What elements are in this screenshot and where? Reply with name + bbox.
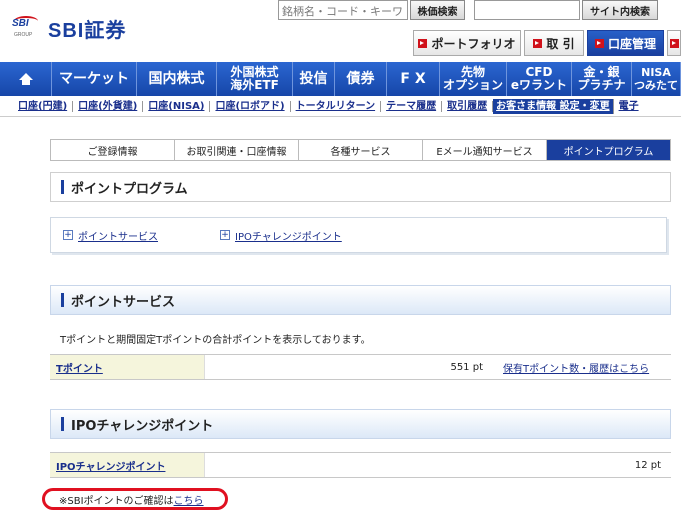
point-service-description: Tポイントと期間固定Tポイントの合計ポイントを表示しております。 (60, 335, 371, 346)
account-tabs: ご登録情報 お取引関連・口座情報 各種サービス Eメール通知サービス ポイントプ… (50, 139, 671, 161)
subnav-electronic[interactable]: 電子 (614, 101, 644, 112)
arrow-icon (533, 38, 543, 48)
subnav-customer-settings[interactable]: お客さま情報 設定・変更 (493, 99, 614, 114)
logo-small-text: SBI (12, 17, 29, 29)
sbi-point-link[interactable]: こちら (174, 492, 204, 507)
quick-link-ipo-label[interactable]: IPOチャレンジポイント (235, 228, 342, 243)
nav-fund[interactable]: 投信 (293, 62, 335, 96)
main-nav: マーケット 国内株式 外国株式 海外ETF 投信 債券 F X 先物 オプション… (0, 62, 681, 96)
plus-icon: + (220, 229, 230, 240)
ipo-label-cell: IPOチャレンジポイント (50, 453, 205, 477)
subnav-account-jpy[interactable]: 口座(円建) (0, 101, 74, 112)
quick-link-point-service-label[interactable]: ポイントサービス (78, 228, 158, 243)
nav-futures[interactable]: 先物 オプション (440, 62, 507, 96)
nav-cfd[interactable]: CFD eワラント (507, 62, 572, 96)
subnav-account-robo[interactable]: 口座(ロボアド) (210, 101, 291, 112)
nav-market[interactable]: マーケット (52, 62, 137, 96)
plus-icon: + (63, 229, 73, 240)
portfolio-button[interactable]: ポートフォリオ (413, 30, 521, 56)
logo-mark: SBI GROUP (12, 15, 42, 42)
t-point-row: Tポイント 551 pt 保有Tポイント数・履歴はこちら (50, 354, 671, 380)
ipo-row: IPOチャレンジポイント 12 pt (50, 452, 671, 478)
t-point-label-cell: Tポイント (50, 355, 205, 379)
arrow-icon (594, 38, 604, 48)
tab-registration[interactable]: ご登録情報 (50, 140, 175, 160)
ipo-header: IPOチャレンジポイント (50, 409, 671, 439)
t-point-value: 551 pt (450, 361, 483, 373)
logo-text: SBI証券 (48, 20, 127, 42)
quick-links: + ポイントサービス + IPOチャレンジポイント (50, 217, 667, 253)
arrow-icon (418, 38, 428, 48)
tab-email-notify[interactable]: Eメール通知サービス (423, 140, 547, 160)
quick-link-ipo[interactable]: + IPOチャレンジポイント (220, 228, 342, 243)
quick-link-point-service[interactable]: + ポイントサービス (63, 228, 158, 243)
home-icon (18, 72, 33, 86)
subnav-total-return[interactable]: トータルリターン (291, 101, 382, 112)
nav-foreign-stock[interactable]: 外国株式 海外ETF (217, 62, 293, 96)
sbi-point-note: ※SBIポイントのご確認は こちら (42, 488, 228, 510)
sub-nav: 口座(円建) 口座(外貨建) 口座(NISA) 口座(ロボアド) トータルリター… (0, 97, 681, 117)
trade-label: 取 引 (546, 36, 575, 51)
t-point-link[interactable]: Tポイント (56, 360, 103, 375)
tab-trading-account[interactable]: お取引関連・口座情報 (175, 140, 299, 160)
point-service-header: ポイントサービス (50, 285, 671, 315)
site-search-input[interactable] (474, 0, 580, 20)
page-title: ポイントプログラム (71, 181, 188, 197)
account-label: 口座管理 (607, 36, 656, 51)
title-bar (61, 293, 64, 307)
ipo-title: IPOチャレンジポイント (71, 418, 214, 434)
ipo-link[interactable]: IPOチャレンジポイント (56, 458, 165, 473)
nav-bond[interactable]: 債券 (335, 62, 387, 96)
account-button[interactable]: 口座管理 (587, 30, 664, 56)
nav-gold[interactable]: 金・銀 プラチナ (572, 62, 632, 96)
t-point-history-link[interactable]: 保有Tポイント数・履歴はこちら (503, 360, 649, 375)
title-bar (61, 417, 64, 431)
nav-fx[interactable]: F X (387, 62, 440, 96)
page-title-box: ポイントプログラム (50, 172, 671, 202)
nav-domestic-stock[interactable]: 国内株式 (137, 62, 217, 96)
t-point-extra-cell: 保有Tポイント数・履歴はこちら (493, 355, 671, 379)
point-service-title: ポイントサービス (71, 294, 176, 310)
subnav-trade-history[interactable]: 取引履歴 (442, 101, 494, 112)
portfolio-label: ポートフォリオ (431, 36, 516, 51)
stock-search-button[interactable]: 株価検索 (410, 0, 465, 20)
home-button[interactable] (0, 62, 52, 96)
extra-button[interactable] (667, 30, 681, 56)
subnav-account-nisa[interactable]: 口座(NISA) (143, 101, 211, 112)
ipo-value: 12 pt (634, 459, 661, 471)
sbi-logo[interactable]: SBI GROUP SBI証券 (12, 14, 126, 43)
stock-search-input[interactable]: 銘柄名・コード・キーワ (278, 0, 408, 20)
tab-services[interactable]: 各種サービス (299, 140, 423, 160)
trade-button[interactable]: 取 引 (524, 30, 584, 56)
subnav-theme-history[interactable]: テーマ履歴 (381, 101, 443, 112)
arrow-icon (670, 38, 679, 48)
tab-point-program[interactable]: ポイントプログラム (547, 140, 671, 160)
note-text: ※SBIポイントのご確認は (59, 495, 174, 507)
subnav-account-foreign[interactable]: 口座(外貨建) (73, 101, 144, 112)
logo-group-text: GROUP (14, 31, 33, 38)
site-search-button[interactable]: サイト内検索 (582, 0, 658, 20)
nav-nisa[interactable]: NISA つみたて (632, 62, 681, 96)
title-bar (61, 180, 64, 194)
